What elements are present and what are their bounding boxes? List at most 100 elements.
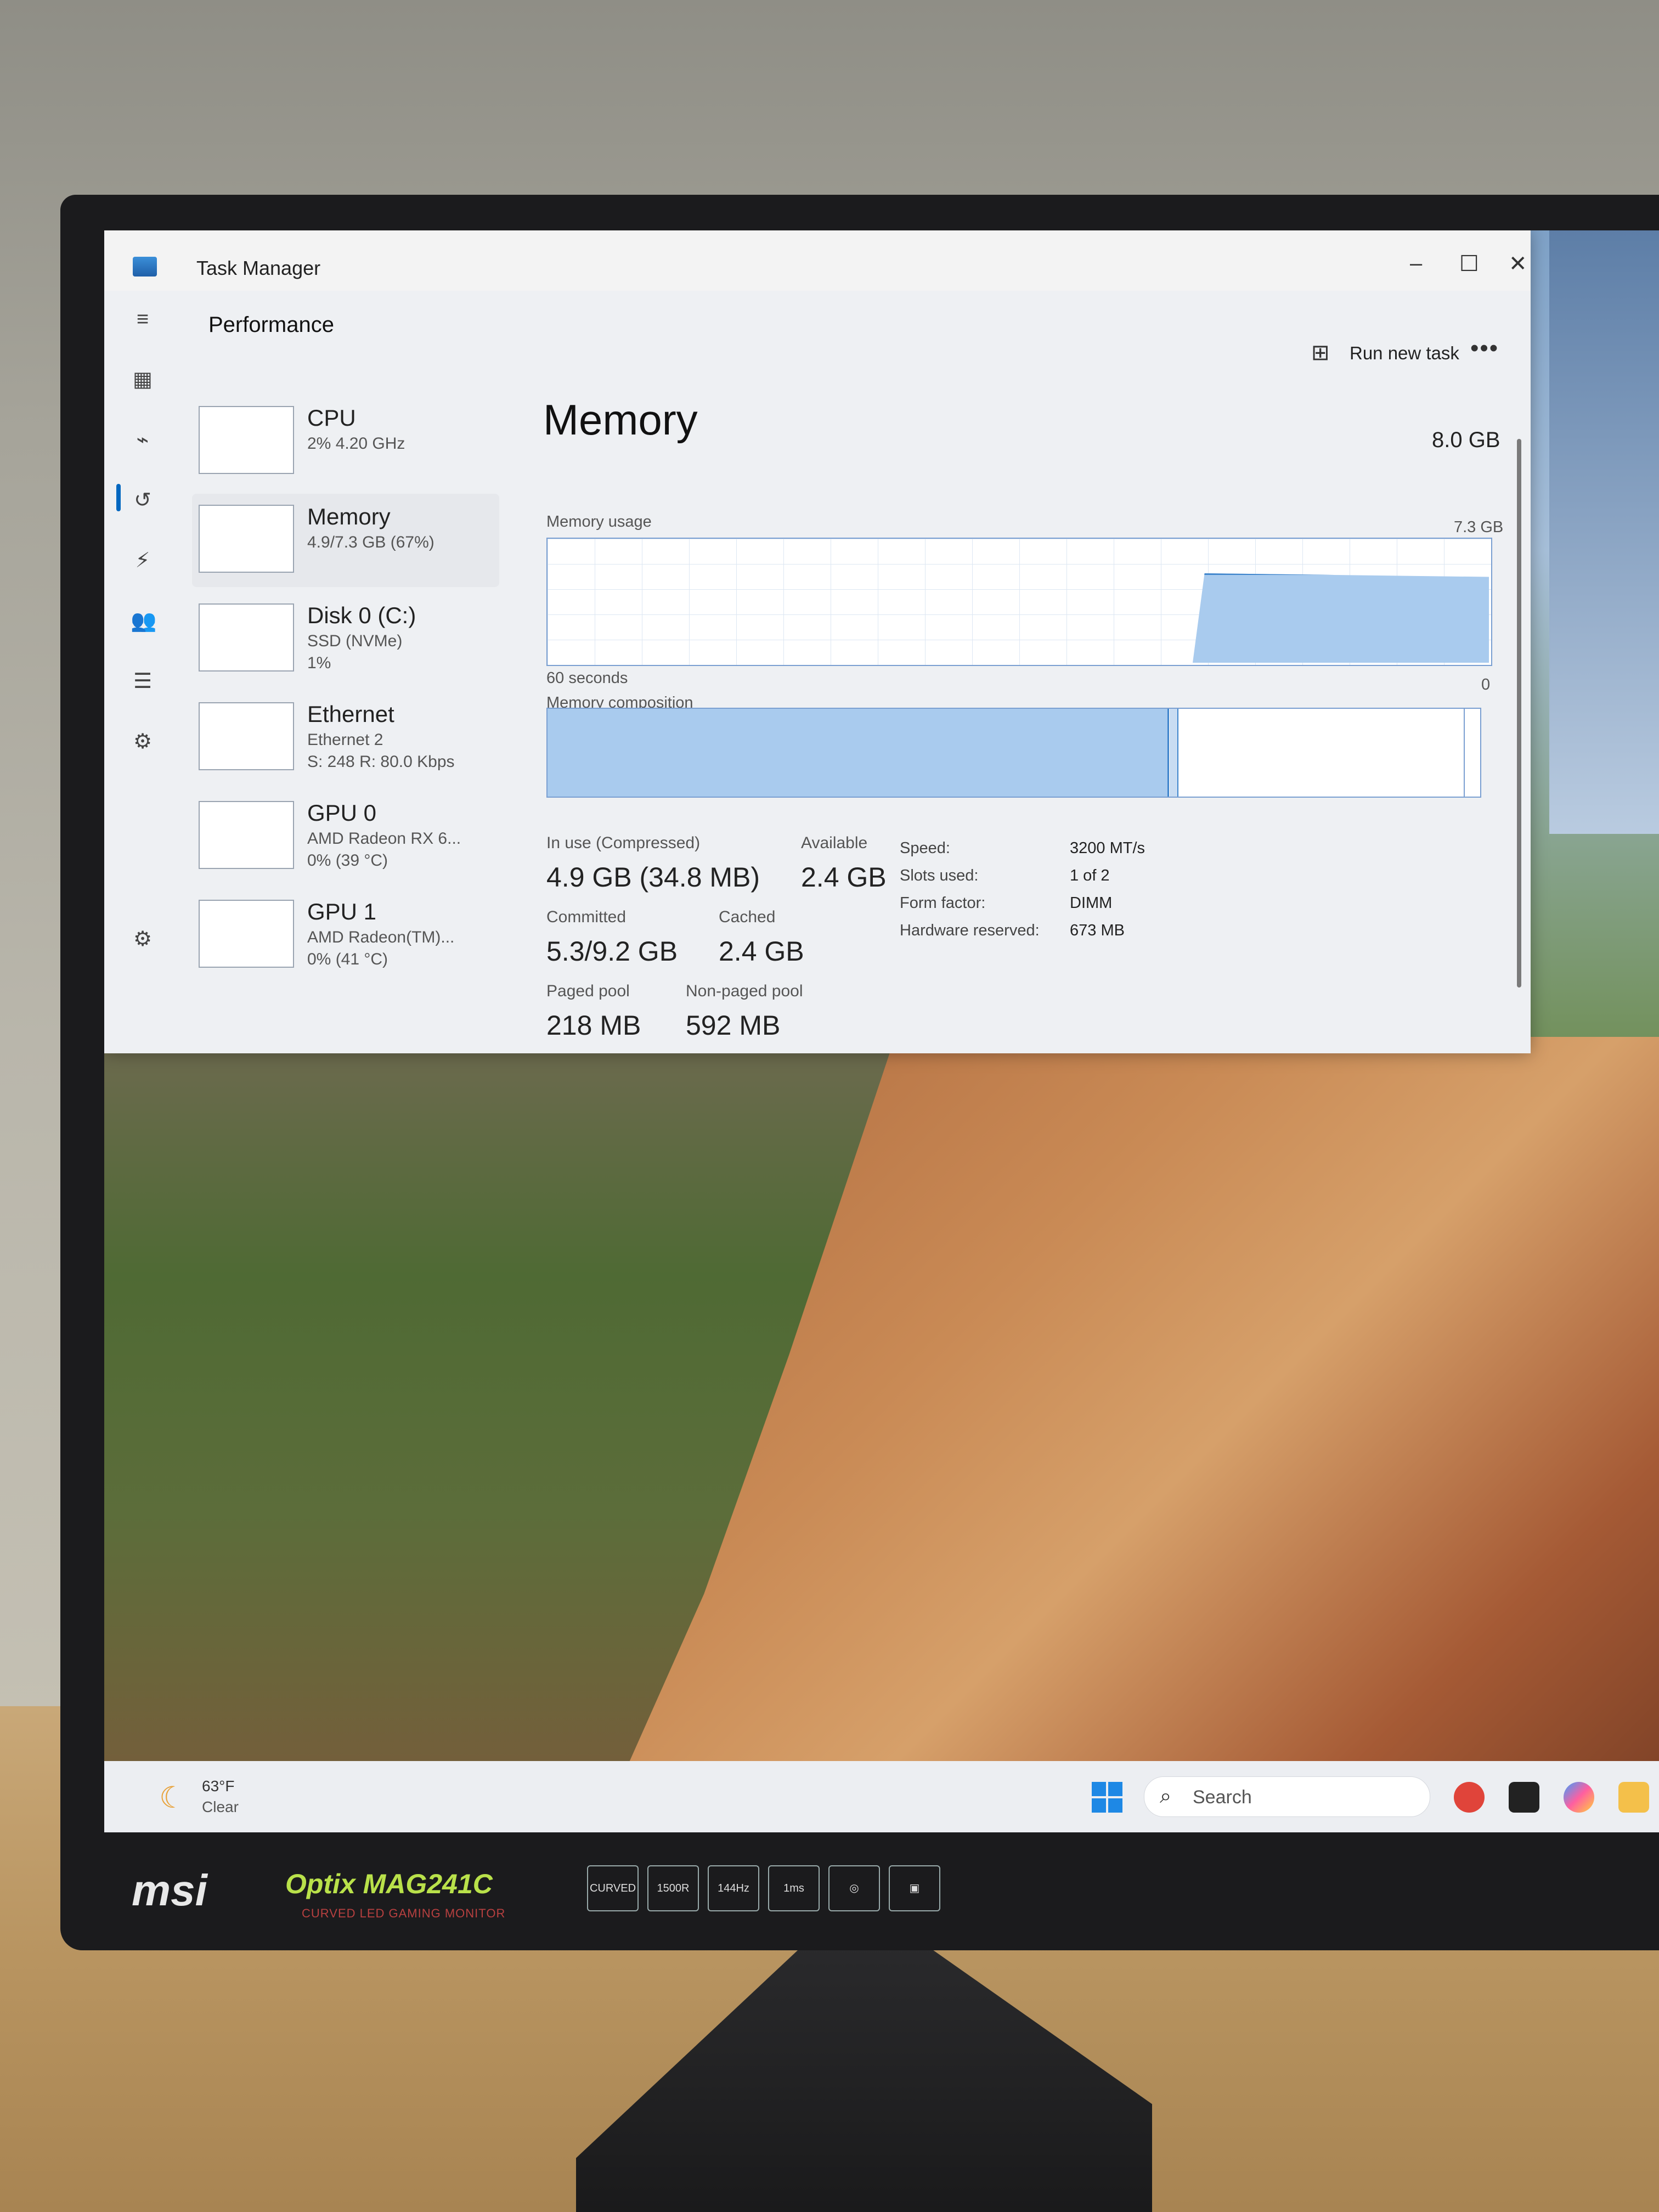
composition-in-use	[548, 709, 1169, 797]
memory-total: 8.0 GB	[1432, 428, 1500, 452]
monitor-subtitle: CURVED LED GAMING MONITOR	[302, 1906, 506, 1920]
in-use-value: 4.9 GB (34.8 MB)	[546, 862, 760, 893]
committed-label: Committed	[546, 908, 627, 926]
sidebar-item-detail: AMD Radeon RX 6...	[307, 830, 461, 848]
moon-icon[interactable]: ☾	[159, 1780, 185, 1815]
graph-zero-label: 0	[1481, 676, 1491, 693]
taskbar-search[interactable]: ⌕ Search	[1144, 1776, 1430, 1817]
startup-apps-icon[interactable]: ⚡	[131, 549, 155, 573]
sidebar-item-detail: AMD Radeon(TM)...	[307, 928, 455, 946]
sidebar-item-label: Ethernet	[307, 701, 394, 727]
close-button[interactable]: ✕	[1509, 251, 1527, 276]
hardware-reserved-label: Hardware reserved:	[900, 922, 1040, 939]
sidebar-item-detail: S: 248 R: 80.0 Kbps	[307, 753, 455, 771]
sidebar-item-detail: 0% (39 °C)	[307, 851, 388, 870]
gpu0-thumbnail-graph	[199, 801, 294, 869]
task-manager-window: Task Manager – ☐ ✕ ≡ ▦ ⌁ ↺ ⚡ 👥 ☰ ⚙ ⚙ Per…	[104, 230, 1531, 1053]
memory-thumbnail-graph	[199, 505, 294, 573]
file-explorer-icon[interactable]	[1618, 1782, 1649, 1813]
memory-composition-bar	[546, 708, 1481, 798]
search-icon: ⌕	[1160, 1785, 1172, 1808]
memory-usage-area	[1193, 573, 1489, 663]
sidebar-item-detail: 0% (41 °C)	[307, 950, 388, 968]
screen: Task Manager – ☐ ✕ ≡ ▦ ⌁ ↺ ⚡ 👥 ☰ ⚙ ⚙ Per…	[104, 230, 1659, 1832]
search-placeholder: Search	[1193, 1787, 1252, 1808]
users-icon[interactable]: 👥	[131, 609, 156, 633]
more-options-button[interactable]: •••	[1470, 335, 1499, 362]
cached-value: 2.4 GB	[719, 936, 804, 967]
memory-usage-max: 7.3 GB	[1454, 518, 1504, 536]
speed-value: 3200 MT/s	[1070, 839, 1145, 857]
scrollbar[interactable]	[1517, 439, 1521, 988]
settings-icon[interactable]: ⚙	[131, 927, 155, 951]
wallpaper-sky	[1549, 230, 1659, 834]
monitor-chin: msi Optix MAG241C CURVED LED GAMING MONI…	[66, 1843, 1659, 1942]
sidebar-item-gpu0[interactable]: GPU 0 AMD Radeon RX 6... 0% (39 °C)	[192, 790, 499, 883]
sidebar-item-label: GPU 1	[307, 899, 377, 924]
gpu1-thumbnail-graph	[199, 900, 294, 968]
details-icon[interactable]: ☰	[131, 669, 155, 693]
in-use-label: In use (Compressed)	[546, 834, 701, 852]
copilot-icon[interactable]	[1564, 1782, 1594, 1813]
processes-icon[interactable]: ▦	[131, 368, 155, 392]
sidebar-item-disk[interactable]: Disk 0 (C:) SSD (NVMe) 1%	[192, 592, 499, 686]
slots-label: Slots used:	[900, 867, 979, 884]
memory-usage-graph	[546, 538, 1492, 666]
taskbar: ☾ 63°F Clear ⌕ Search	[104, 1761, 1659, 1832]
feature-badge-icon: ◎	[828, 1865, 880, 1911]
sidebar-item-detail: 4.9/7.3 GB (67%)	[307, 533, 435, 551]
memory-title: Memory	[543, 396, 698, 444]
sidebar-item-label: Memory	[307, 504, 391, 529]
available-label: Available	[801, 834, 868, 852]
sidebar-item-gpu1[interactable]: GPU 1 AMD Radeon(TM)... 0% (41 °C)	[192, 889, 499, 982]
feature-badge: 144Hz	[708, 1865, 759, 1911]
feature-badge: 1ms	[768, 1865, 820, 1911]
navigation-rail: ≡ ▦ ⌁ ↺ ⚡ 👥 ☰ ⚙ ⚙	[104, 291, 181, 1053]
run-new-task-button[interactable]: Run new task	[1350, 343, 1459, 364]
slots-value: 1 of 2	[1070, 867, 1110, 884]
msi-logo: msi	[132, 1866, 207, 1915]
app-history-icon[interactable]: ↺	[131, 488, 155, 512]
sidebar-item-memory[interactable]: Memory 4.9/7.3 GB (67%)	[192, 494, 499, 587]
composition-standby	[1464, 709, 1472, 797]
committed-value: 5.3/9.2 GB	[546, 936, 678, 967]
time-span-label: 60 seconds	[546, 669, 628, 687]
title-bar[interactable]: Task Manager – ☐ ✕	[104, 230, 1531, 291]
form-factor-value: DIMM	[1070, 894, 1113, 912]
sidebar-item-detail: Ethernet 2	[307, 731, 383, 749]
sidebar-item-label: GPU 0	[307, 800, 377, 826]
sidebar-item-detail: 1%	[307, 654, 331, 672]
minimize-button[interactable]: –	[1410, 251, 1422, 276]
active-indicator	[116, 484, 121, 511]
window-title: Task Manager	[196, 257, 321, 279]
run-new-task-icon[interactable]: ⊞	[1311, 340, 1330, 365]
paged-pool-label: Paged pool	[546, 982, 630, 1000]
hardware-reserved-value: 673 MB	[1070, 922, 1125, 939]
services-icon[interactable]: ⚙	[131, 730, 155, 754]
feature-badge: 1500R	[647, 1865, 699, 1911]
maximize-button[interactable]: ☐	[1459, 251, 1479, 276]
pinned-app-icon[interactable]	[1509, 1782, 1539, 1813]
nonpaged-pool-label: Non-paged pool	[686, 982, 803, 1000]
weather-temperature[interactable]: 63°F	[202, 1778, 234, 1795]
nonpaged-pool-value: 592 MB	[686, 1010, 781, 1041]
sidebar-item-label: Disk 0 (C:)	[307, 602, 416, 628]
hamburger-menu-icon[interactable]: ≡	[131, 307, 155, 331]
form-factor-label: Form factor:	[900, 894, 986, 912]
performance-icon[interactable]: ⌁	[131, 428, 155, 452]
ethernet-thumbnail-graph	[199, 702, 294, 770]
cpu-thumbnail-graph	[199, 406, 294, 474]
pinned-app-icon[interactable]	[1454, 1782, 1485, 1813]
weather-condition[interactable]: Clear	[202, 1798, 239, 1816]
memory-usage-label: Memory usage	[546, 513, 652, 531]
composition-modified	[1170, 709, 1178, 797]
paged-pool-value: 218 MB	[546, 1010, 641, 1041]
sidebar-item-ethernet[interactable]: Ethernet Ethernet 2 S: 248 R: 80.0 Kbps	[192, 691, 499, 785]
sidebar-item-cpu[interactable]: CPU 2% 4.20 GHz	[192, 395, 499, 488]
disk-thumbnail-graph	[199, 603, 294, 672]
start-button[interactable]	[1092, 1782, 1122, 1813]
sidebar-item-detail: SSD (NVMe)	[307, 632, 403, 650]
speed-label: Speed:	[900, 839, 950, 857]
feature-badge: CURVED	[587, 1865, 639, 1911]
available-value: 2.4 GB	[801, 862, 887, 893]
